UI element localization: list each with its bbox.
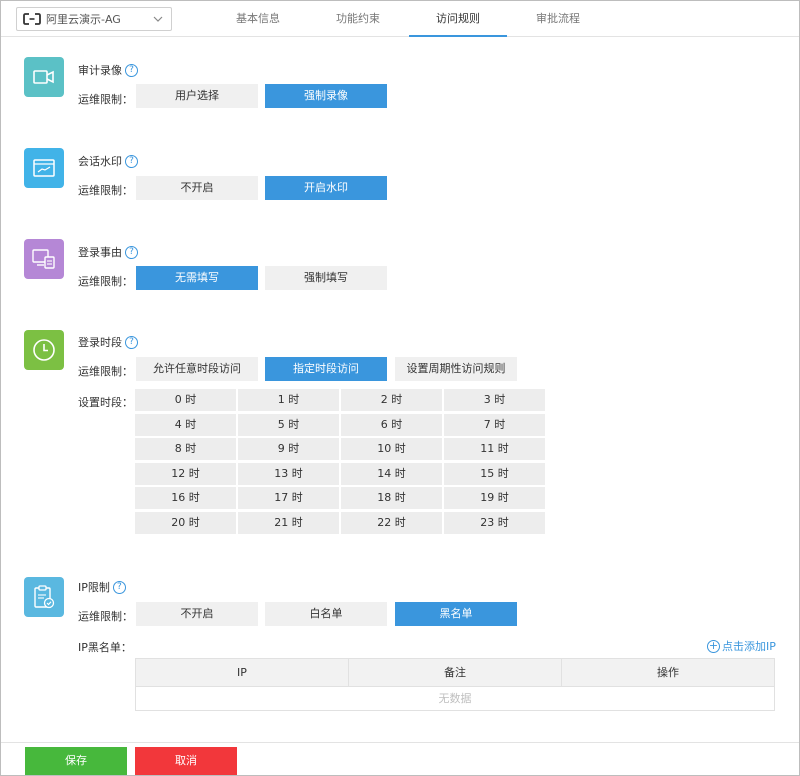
login-reason-title-text: 登录事由	[78, 246, 122, 259]
audit-video-restrict-label: 运维限制：	[78, 93, 133, 106]
hour-cell-17[interactable]: 17 时	[238, 487, 339, 509]
hour-cell-10[interactable]: 10 时	[341, 438, 442, 460]
chevron-down-icon	[153, 16, 163, 22]
hour-cell-7[interactable]: 7 时	[444, 413, 545, 436]
hour-cell-15[interactable]: 15 时	[444, 462, 545, 485]
table-header: IP 备注 操作	[136, 659, 774, 687]
help-icon[interactable]: ?	[125, 63, 138, 77]
watermark-title: 会话水印 ?	[78, 153, 138, 169]
login-time-option-any[interactable]: 允许任意时段访问	[136, 357, 258, 381]
audit-video-title: 审计录像 ?	[78, 62, 138, 78]
ip-limit-option-off[interactable]: 不开启	[136, 602, 258, 626]
ip-limit-title: IP限制 ?	[78, 579, 126, 595]
hour-cell-11[interactable]: 11 时	[444, 438, 545, 460]
login-reason-title: 登录事由 ?	[78, 244, 138, 260]
login-reason-restrict-label: 运维限制：	[78, 275, 133, 288]
footer-bar: 保存 取消	[1, 742, 799, 775]
column-header-ip: IP	[136, 659, 349, 686]
ip-limit-option-whitelist[interactable]: 白名单	[265, 602, 387, 626]
hour-cell-8[interactable]: 8 时	[135, 438, 236, 460]
login-time-title: 登录时段 ?	[78, 334, 138, 350]
hour-cell-5[interactable]: 5 时	[238, 413, 339, 436]
add-ip-button[interactable]: + 点击添加IP	[707, 638, 776, 654]
clock-icon	[24, 330, 64, 370]
header-bar: 阿里云演示-AG 基本信息 功能约束 访问规则 审批流程	[1, 1, 799, 37]
audit-video-option-force-record[interactable]: 强制录像	[265, 84, 387, 108]
cancel-button[interactable]: 取消	[135, 747, 237, 775]
column-header-remark: 备注	[349, 659, 562, 686]
login-time-option-periodic[interactable]: 设置周期性访问规则	[395, 357, 517, 381]
login-time-restrict-label: 运维限制：	[78, 365, 133, 378]
org-name: 阿里云演示-AG	[46, 13, 121, 26]
login-time-option-specified[interactable]: 指定时段访问	[265, 357, 387, 381]
hour-cell-0[interactable]: 0 时	[135, 389, 236, 411]
hour-cell-23[interactable]: 23 时	[444, 511, 545, 534]
help-icon[interactable]: ?	[125, 154, 138, 168]
ip-limit-restrict-label: 运维限制：	[78, 610, 133, 623]
org-select[interactable]: 阿里云演示-AG	[16, 7, 172, 31]
add-ip-label: 点击添加IP	[722, 640, 776, 653]
video-camera-icon	[24, 57, 64, 97]
ip-limit-title-text: IP限制	[78, 581, 110, 594]
save-button[interactable]: 保存	[25, 747, 127, 775]
hour-cell-6[interactable]: 6 时	[341, 413, 442, 436]
tab-access-rules[interactable]: 访问规则	[409, 1, 507, 37]
audit-video-title-text: 审计录像	[78, 64, 122, 77]
access-rules-page: 阿里云演示-AG 基本信息 功能约束 访问规则 审批流程 审计录像 ? 运维限制…	[0, 0, 800, 776]
hour-cell-4[interactable]: 4 时	[135, 413, 236, 436]
hour-cell-2[interactable]: 2 时	[341, 389, 442, 411]
help-icon[interactable]: ?	[112, 580, 126, 594]
hour-cell-12[interactable]: 12 时	[135, 462, 236, 485]
hour-cell-18[interactable]: 18 时	[341, 487, 442, 509]
aliyun-logo-icon	[23, 13, 41, 25]
help-icon[interactable]: ?	[125, 245, 138, 259]
help-icon[interactable]: ?	[125, 335, 138, 349]
watermark-title-text: 会话水印	[78, 155, 122, 168]
hour-cell-13[interactable]: 13 时	[238, 462, 339, 485]
hour-cell-20[interactable]: 20 时	[135, 511, 236, 534]
login-reason-option-force[interactable]: 强制填写	[265, 266, 387, 290]
tab-basic-info[interactable]: 基本信息	[209, 1, 307, 37]
hours-label: 设置时段：	[78, 396, 133, 409]
table-empty-text: 无数据	[438, 692, 472, 705]
login-time-title-text: 登录时段	[78, 336, 122, 349]
hour-cell-21[interactable]: 21 时	[238, 511, 339, 534]
watermark-icon	[24, 148, 64, 188]
hour-cell-14[interactable]: 14 时	[341, 462, 442, 485]
tab-approval-flow[interactable]: 审批流程	[509, 1, 607, 37]
ip-blacklist-table: IP 备注 操作 无数据	[135, 658, 775, 711]
login-reason-icon	[24, 239, 64, 279]
audit-video-option-user-choice[interactable]: 用户选择	[136, 84, 258, 108]
ip-blacklist-label: IP黑名单：	[78, 641, 132, 654]
hour-cell-19[interactable]: 19 时	[444, 487, 545, 509]
hour-cell-22[interactable]: 22 时	[341, 511, 442, 534]
hour-cell-1[interactable]: 1 时	[238, 389, 339, 411]
ip-clipboard-icon	[24, 577, 64, 617]
column-header-action: 操作	[657, 666, 679, 679]
ip-limit-option-blacklist[interactable]: 黑名单	[395, 602, 517, 626]
watermark-option-off[interactable]: 不开启	[136, 176, 258, 200]
hour-cell-9[interactable]: 9 时	[238, 438, 339, 460]
hour-cell-16[interactable]: 16 时	[135, 487, 236, 509]
plus-circle-icon: +	[707, 638, 720, 653]
watermark-option-on[interactable]: 开启水印	[265, 176, 387, 200]
hour-cell-3[interactable]: 3 时	[444, 389, 545, 411]
watermark-restrict-label: 运维限制：	[78, 184, 133, 197]
tab-function-constraints[interactable]: 功能约束	[309, 1, 407, 37]
login-reason-option-none[interactable]: 无需填写	[136, 266, 258, 290]
